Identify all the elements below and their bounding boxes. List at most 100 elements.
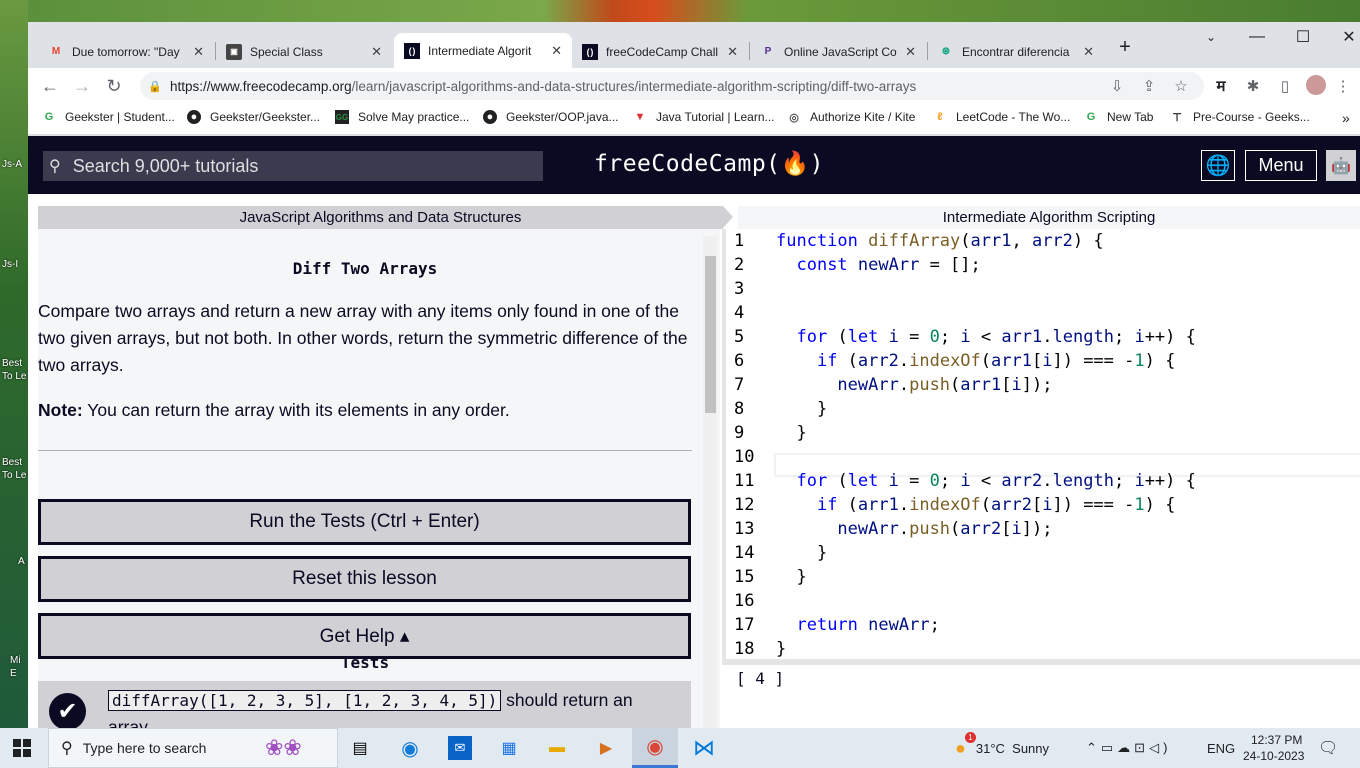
bookmark-item[interactable]: GG Solve May practice... [335, 110, 469, 124]
clock[interactable]: 12:37 PM 24-10-2023 [1243, 728, 1304, 768]
code-line[interactable]: } [776, 639, 786, 659]
bookmark-item[interactable]: ● Geekster/Geekster... [187, 110, 320, 124]
bookmark-item[interactable]: ● Geekster/OOP.java... [483, 110, 619, 124]
reload-button[interactable]: ↻ [102, 74, 126, 98]
store-icon[interactable]: ▦ [497, 736, 521, 760]
line-number: 4 [734, 303, 745, 323]
new-tab-button[interactable]: + [1112, 32, 1138, 62]
code-line[interactable]: newArr.push(arr1[i]); [776, 375, 1052, 395]
tab-programiz[interactable]: P Online JavaScript Co ✕ [750, 35, 926, 68]
minimize-button[interactable]: — [1234, 22, 1280, 52]
tab-classroom[interactable]: ▣ Special Class ✕ [216, 35, 392, 68]
tab-chatgpt[interactable]: ⊛ Encontrar diferencia ✕ [928, 35, 1104, 68]
sidepanel-icon[interactable]: ▯ [1274, 75, 1296, 97]
language-globe-icon[interactable]: 🌐 [1201, 150, 1235, 181]
chrome-taskbar-icon[interactable]: ◉ [632, 728, 678, 768]
tab-title: Due tomorrow: "Day [72, 44, 180, 59]
line-number: 10 [734, 447, 755, 467]
close-icon[interactable]: ✕ [1083, 44, 1094, 60]
bookmark-item[interactable]: G Geekster | Student... [42, 110, 175, 124]
desktop-icon-label[interactable]: Js-I [2, 258, 18, 271]
task-view-icon[interactable]: ▤ [348, 736, 372, 760]
desktop-icon-label[interactable]: Best To Le [2, 357, 28, 383]
media-player-icon[interactable]: ▶ [594, 736, 618, 760]
code-line[interactable]: } [776, 399, 827, 419]
breadcrumb-block[interactable]: Intermediate Algorithm Scripting [738, 206, 1360, 229]
code-line[interactable]: if (arr2.indexOf(arr1[i]) === -1) { [776, 351, 1175, 371]
desktop-icon-label[interactable]: A [18, 555, 25, 568]
code-line[interactable]: newArr.push(arr2[i]); [776, 519, 1052, 539]
code-line[interactable]: } [776, 567, 806, 587]
tab-gmail[interactable]: M Due tomorrow: "Day ✕ [38, 35, 214, 68]
search-input[interactable]: ⚲ Search 9,000+ tutorials [43, 151, 543, 181]
desktop-left-strip: Js-A Js-I Best To Le Best To Le A Mi E [0, 0, 28, 728]
tpoint-icon: ▼ [634, 111, 646, 123]
language-indicator[interactable]: ENG [1207, 728, 1235, 768]
user-avatar[interactable]: 🤖 [1326, 150, 1356, 181]
bookmark-item[interactable]: ▼ Java Tutorial | Learn... [633, 110, 775, 124]
close-icon[interactable]: ✕ [371, 44, 382, 60]
windows-start-icon[interactable] [13, 739, 31, 757]
fcc-logo[interactable]: freeCodeCamp(🔥) [594, 150, 824, 177]
system-tray-icons[interactable]: ⌃▭☁⊡◁) [1086, 728, 1171, 768]
back-button[interactable]: ← [38, 74, 62, 98]
code-line[interactable]: } [776, 543, 827, 563]
close-icon[interactable]: ✕ [727, 44, 738, 60]
run-tests-button[interactable]: Run the Tests (Ctrl + Enter) [38, 499, 691, 545]
address-bar[interactable]: 🔒 https://www.freecodecamp.org/learn/jav… [140, 72, 1204, 100]
profile-letter-icon[interactable]: म [1210, 75, 1232, 97]
scrollbar-thumb[interactable] [705, 256, 716, 413]
code-line[interactable]: for (let i = 0; i < arr1.length; i++) { [776, 327, 1195, 347]
line-number: 7 [734, 375, 745, 395]
kebab-menu-icon[interactable]: ⋮ [1332, 75, 1354, 97]
vscode-icon[interactable]: ⋈ [692, 735, 716, 760]
code-line[interactable]: return newArr; [776, 615, 939, 635]
fcc-icon: ( ) [404, 42, 420, 59]
reset-lesson-button[interactable]: Reset this lesson [38, 556, 691, 602]
code-line[interactable]: const newArr = []; [776, 255, 980, 275]
lock-icon: 🔒 [148, 80, 162, 93]
breadcrumb-superblock[interactable]: JavaScript Algorithms and Data Structure… [38, 206, 723, 229]
globe-icon: ◎ [789, 111, 799, 124]
bookmark-item[interactable]: ℓ LeetCode - The Wo... [933, 110, 1070, 124]
line-number: 11 [734, 471, 755, 491]
tab-title: freeCodeCamp Chall [606, 44, 719, 59]
avatar[interactable] [1306, 75, 1326, 95]
close-window-button[interactable]: ✕ [1326, 22, 1360, 52]
install-icon[interactable]: ⇩ [1106, 75, 1128, 97]
forward-button[interactable]: → [70, 74, 94, 98]
code-line[interactable]: function diffArray(arr1, arr2) { [776, 231, 1104, 251]
taskbar-search-input[interactable]: ⚲ Type here to search ❀❀ [48, 728, 338, 768]
weather-widget[interactable]: ● 1 31°C Sunny [955, 728, 1049, 768]
search-icon: ⚲ [61, 740, 73, 757]
sun-icon: ● 1 [955, 731, 976, 759]
close-icon[interactable]: ✕ [551, 43, 562, 59]
share-icon[interactable]: ⇪ [1138, 75, 1160, 97]
extensions-icon[interactable]: ✱ [1242, 75, 1264, 97]
notification-icon[interactable]: 🗨 [1318, 728, 1338, 768]
file-explorer-icon[interactable]: ▬ [545, 736, 569, 760]
tab-fcc-chall[interactable]: ( ) freeCodeCamp Chall ✕ [572, 35, 748, 68]
close-icon[interactable]: ✕ [193, 44, 204, 60]
bookmark-item[interactable]: ◎ Authorize Kite / Kite [787, 110, 915, 124]
code-line[interactable]: } [776, 423, 806, 443]
browser-toolbar: ← → ↻ 🔒 https://www.freecodecamp.org/lea… [28, 68, 1360, 102]
tab-search-chevron-icon[interactable]: ⌄ [1188, 22, 1234, 52]
tab-active-fcc[interactable]: ( ) Intermediate Algorit ✕ [394, 33, 572, 68]
menu-button[interactable]: Menu [1245, 150, 1317, 181]
desktop-icon-label[interactable]: Best To Le [2, 456, 28, 482]
desktop-icon-label[interactable]: Mi E [10, 654, 28, 680]
url-host: https://www.freecodecamp.org [170, 78, 352, 94]
code-line[interactable]: if (arr1.indexOf(arr2[i]) === -1) { [776, 495, 1175, 515]
close-icon[interactable]: ✕ [905, 44, 916, 60]
bookmarks-overflow-icon[interactable]: » [1342, 110, 1350, 126]
bookmark-item[interactable]: G New Tab [1084, 110, 1154, 124]
bookmark-item[interactable]: ⊤ Pre-Course - Geeks... [1170, 110, 1310, 124]
bookmark-star-icon[interactable]: ☆ [1170, 75, 1192, 97]
desktop-icon-label[interactable]: Js-A [2, 158, 22, 171]
mail-icon[interactable]: ✉ [448, 736, 472, 760]
edge-icon[interactable]: ◉ [398, 736, 422, 760]
maximize-button[interactable]: ☐ [1280, 22, 1326, 52]
code-line[interactable]: for (let i = 0; i < arr2.length; i++) { [776, 471, 1195, 491]
code-editor[interactable]: 1 function diffArray(arr1, arr2) {2 const… [722, 229, 1360, 659]
